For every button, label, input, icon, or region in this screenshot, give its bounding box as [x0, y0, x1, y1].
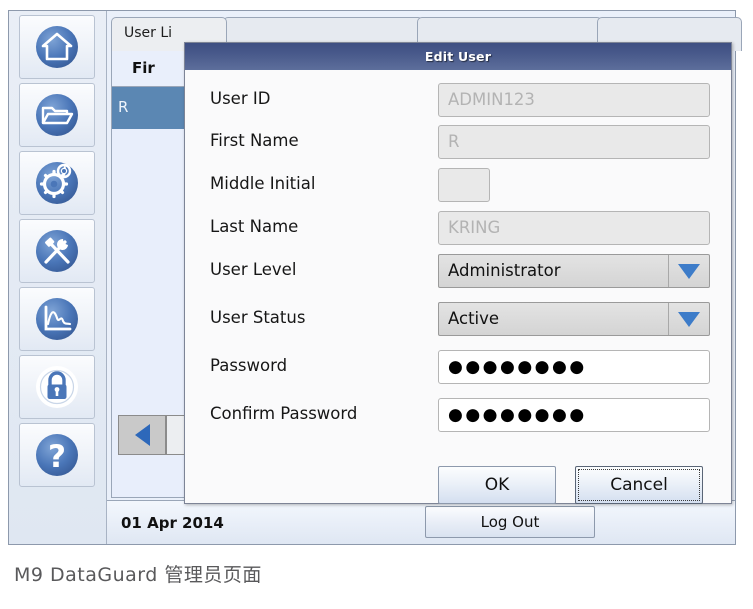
sidebar-item-security[interactable] — [19, 355, 95, 419]
edit-user-dialog: Edit User User ID ADMIN123 First Name R … — [184, 42, 732, 504]
dialog-title: Edit User — [185, 43, 731, 70]
home-icon — [32, 22, 82, 72]
input-last-name[interactable]: KRING — [438, 211, 710, 245]
pager-prev-button[interactable] — [118, 415, 166, 455]
figure-caption: M9 DataGuard 管理员页面 — [14, 564, 262, 586]
cancel-button-label: Cancel — [610, 475, 668, 495]
cancel-button[interactable]: Cancel — [575, 466, 703, 504]
input-first-name[interactable]: R — [438, 125, 710, 159]
field-row-password: Password ●●●●●●●● — [185, 347, 731, 389]
input-confirm-password[interactable]: ●●●●●●●● — [438, 398, 710, 432]
select-user-level[interactable]: Administrator — [438, 254, 710, 288]
field-row-first-name: First Name R — [185, 122, 731, 164]
label-first-name: First Name — [210, 131, 299, 150]
select-user-status[interactable]: Active — [438, 302, 710, 336]
input-password[interactable]: ●●●●●●●● — [438, 350, 710, 384]
label-user-id: User ID — [210, 89, 271, 108]
tools-icon — [32, 226, 82, 276]
label-last-name: Last Name — [210, 217, 299, 236]
sidebar-item-trends[interactable] — [19, 287, 95, 351]
label-user-level: User Level — [210, 260, 297, 279]
triangle-left-icon — [134, 424, 150, 446]
status-bar: 01 Apr 2014 Log Out — [107, 500, 735, 544]
sidebar-item-home[interactable] — [19, 15, 95, 79]
cell-first-name: R — [118, 98, 129, 116]
label-middle-initial: Middle Initial — [210, 174, 316, 193]
status-date: 01 Apr 2014 — [121, 514, 224, 532]
sidebar-item-help[interactable]: ? — [19, 423, 95, 487]
field-row-user-level: User Level Administrator — [185, 251, 731, 293]
label-password: Password — [210, 356, 288, 375]
chart-icon — [32, 294, 82, 344]
select-user-status-value: Active — [448, 309, 500, 328]
screenshot-root: ? User Li Fir R 01 Apr 2014 Log Out Edit… — [0, 0, 753, 609]
label-confirm-password: Confirm Password — [210, 404, 358, 423]
input-middle-initial[interactable] — [438, 168, 490, 202]
sidebar-item-settings[interactable] — [19, 151, 95, 215]
dialog-body: User ID ADMIN123 First Name R Middle Ini… — [185, 70, 731, 504]
column-header-first-name: Fir — [132, 59, 155, 77]
label-user-status: User Status — [210, 308, 306, 327]
field-row-user-id: User ID ADMIN123 — [185, 80, 731, 122]
gears-icon — [32, 158, 82, 208]
folder-icon — [32, 90, 82, 140]
field-row-user-status: User Status Active — [185, 299, 731, 341]
field-row-confirm-password: Confirm Password ●●●●●●●● — [185, 395, 731, 437]
select-user-level-value: Administrator — [448, 261, 561, 280]
ok-button[interactable]: OK — [438, 466, 556, 504]
lock-icon — [32, 362, 82, 412]
chevron-down-icon-user-status[interactable] — [668, 303, 709, 335]
logout-button[interactable]: Log Out — [425, 506, 595, 538]
input-user-id[interactable]: ADMIN123 — [438, 83, 710, 117]
sidebar-item-tools[interactable] — [19, 219, 95, 283]
field-row-last-name: Last Name KRING — [185, 208, 731, 250]
field-row-middle-initial: Middle Initial — [185, 165, 731, 207]
sidebar-rail: ? — [9, 11, 107, 544]
device-screen: ? User Li Fir R 01 Apr 2014 Log Out Edit… — [8, 10, 742, 545]
question-icon: ? — [32, 430, 82, 480]
svg-text:?: ? — [48, 439, 66, 475]
sidebar-item-files[interactable] — [19, 83, 95, 147]
chevron-down-icon-user-level[interactable] — [668, 255, 709, 287]
